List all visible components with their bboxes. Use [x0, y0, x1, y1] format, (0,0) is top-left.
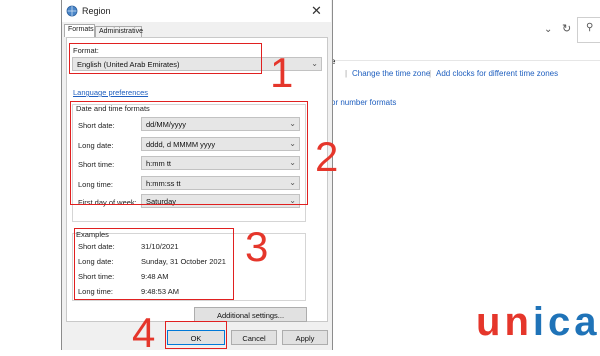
annotation-number-3: 3: [245, 223, 269, 270]
annotation-box-date-time-formats: [70, 101, 308, 205]
chevron-down-icon: ⌄: [311, 59, 318, 68]
additional-settings-button[interactable]: Additional settings...: [194, 307, 307, 322]
unica-logo: unica: [476, 302, 600, 342]
tab-administrative[interactable]: Administrative: [95, 26, 143, 37]
tab-formats[interactable]: Formats: [64, 24, 95, 37]
globe-clock-icon: [66, 5, 78, 17]
logo-letter-a: a: [574, 300, 600, 344]
cancel-button[interactable]: Cancel: [231, 330, 277, 345]
annotation-box-format: [69, 43, 262, 74]
add-clocks-link[interactable]: Add clocks for different time zones: [436, 69, 558, 78]
dialog-title: Region: [82, 6, 111, 16]
language-preferences-link[interactable]: Language preferences: [73, 88, 148, 97]
control-panel-toolbar: [330, 0, 600, 61]
annotation-box-examples: [74, 228, 234, 300]
close-icon[interactable]: ✕: [311, 3, 322, 19]
logo-letter-i: i: [532, 300, 548, 344]
link-separator: |: [429, 69, 432, 78]
refresh-icon[interactable]: ↻: [562, 22, 571, 35]
annotation-box-ok-button: [165, 321, 227, 349]
annotation-number-2: 2: [315, 133, 339, 180]
apply-button[interactable]: Apply: [282, 330, 328, 345]
logo-letter-u: u: [476, 300, 505, 344]
search-icon: ⚲: [586, 22, 594, 33]
logo-letter-n: n: [504, 300, 533, 344]
dropdown-chevron-icon[interactable]: ⌄: [544, 24, 552, 35]
annotation-number-4: 4: [132, 309, 156, 356]
change-time-zone-link[interactable]: Change the time zone: [352, 69, 430, 78]
annotation-number-1: 1: [270, 49, 294, 96]
number-formats-link[interactable]: or number formats: [331, 98, 396, 107]
link-separator: |: [345, 69, 348, 78]
logo-letter-c: c: [548, 300, 575, 344]
